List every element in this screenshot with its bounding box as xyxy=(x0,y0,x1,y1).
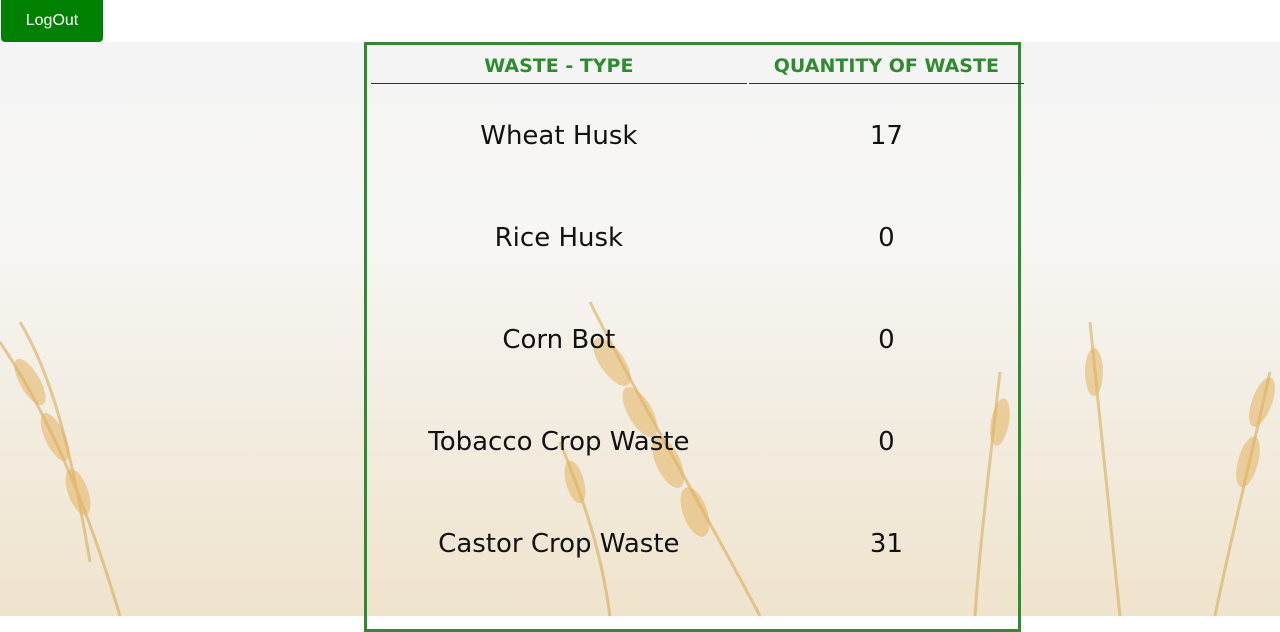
waste-table: WASTE - TYPE QUANTITY OF WASTE Wheat Hus… xyxy=(369,47,1026,596)
waste-table-container: WASTE - TYPE QUANTITY OF WASTE Wheat Hus… xyxy=(364,42,1024,632)
quantity-cell: 0 xyxy=(878,427,895,457)
column-header-quantity: QUANTITY OF WASTE xyxy=(748,49,1024,84)
table-row: Tobacco Crop Waste 0 xyxy=(371,392,1024,492)
quantity-cell: 0 xyxy=(878,223,895,253)
table-row: Wheat Husk 17 xyxy=(371,86,1024,186)
waste-type-cell: Wheat Husk xyxy=(480,121,638,151)
waste-type-cell: Corn Bot xyxy=(502,325,616,355)
table-row: Corn Bot 0 xyxy=(371,290,1024,390)
quantity-cell: 31 xyxy=(869,529,903,559)
quantity-cell: 17 xyxy=(869,121,903,151)
top-bar xyxy=(0,0,1280,42)
table-header-row: WASTE - TYPE QUANTITY OF WASTE xyxy=(371,49,1024,84)
table-row: Rice Husk 0 xyxy=(371,188,1024,288)
waste-type-cell: Rice Husk xyxy=(494,223,624,253)
quantity-cell: 0 xyxy=(878,325,895,355)
logout-button[interactable]: LogOut xyxy=(1,0,103,42)
waste-type-cell: Castor Crop Waste xyxy=(438,529,680,559)
waste-type-cell: Tobacco Crop Waste xyxy=(428,427,690,457)
table-row: Castor Crop Waste 31 xyxy=(371,494,1024,594)
column-header-waste-type: WASTE - TYPE xyxy=(371,49,747,84)
